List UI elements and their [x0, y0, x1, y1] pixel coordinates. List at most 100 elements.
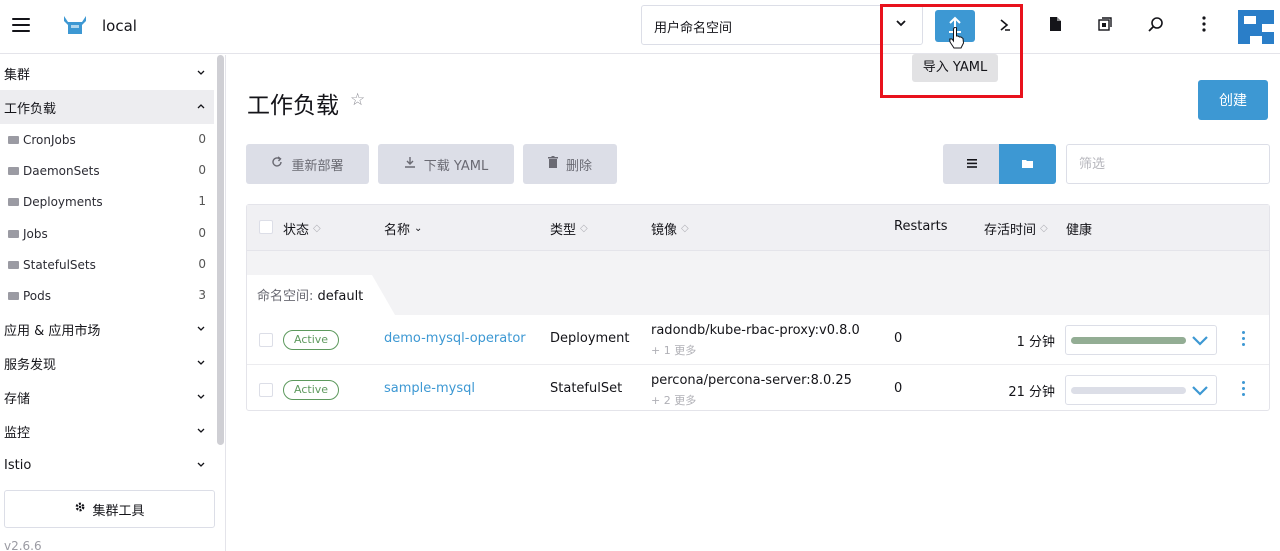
sidebar-group-cluster[interactable]: 集群 [0, 56, 214, 90]
folder-icon [8, 166, 19, 175]
table-row[interactable]: Active sample-mysql StatefulSet percona/… [247, 365, 1269, 415]
sort-icon: ◇ [1040, 223, 1048, 234]
group-by-namespace-toggle[interactable] [999, 144, 1056, 184]
sidebar-item-pods[interactable]: Pods 3 [0, 280, 214, 311]
folder-icon [8, 229, 19, 238]
filter-input[interactable] [1066, 144, 1270, 184]
sidebar-item-jobs[interactable]: Jobs 0 [0, 218, 214, 249]
chevron-up-icon [196, 101, 206, 116]
sidebar-item-statefulsets[interactable]: StatefulSets 0 [0, 249, 214, 280]
list-icon [966, 157, 977, 172]
menu-icon[interactable] [12, 18, 30, 32]
health-bar-fill [1071, 337, 1186, 344]
sidebar-group-label: 监控 [4, 425, 31, 441]
cluster-tools-button[interactable]: 集群工具 [4, 490, 215, 528]
rancher-logo-icon[interactable] [1236, 8, 1276, 46]
sidebar-group-storage[interactable]: 存储 [0, 380, 214, 414]
sidebar-item-count: 0 [198, 226, 206, 240]
redeploy-button[interactable]: 重新部署 [246, 144, 369, 184]
namespace-select-value: 用户命名空间 [654, 21, 733, 36]
column-header-state[interactable]: 状态 ◇ [283, 219, 321, 238]
cluster-name[interactable]: local [102, 17, 137, 35]
sidebar-item-count: 1 [198, 194, 206, 208]
column-header-age[interactable]: 存活时间 ◇ [984, 219, 1048, 238]
workload-name-link[interactable]: sample-mysql [384, 381, 475, 396]
download-yaml-button[interactable]: 下载 YAML [378, 144, 514, 184]
health-dropdown[interactable] [1065, 325, 1217, 355]
sidebar-item-label: Pods [23, 288, 52, 303]
column-header-name[interactable]: 名称 ⌄ [384, 219, 422, 238]
gear-icon [74, 501, 86, 517]
sidebar-group-workloads[interactable]: 工作负载 [0, 90, 214, 124]
sidebar-item-daemonsets[interactable]: DaemonSets 0 [0, 155, 214, 186]
chevron-down-icon [196, 323, 206, 338]
chevron-down-icon [196, 391, 206, 406]
sidebar-group-istio[interactable]: Istio [0, 448, 214, 482]
row-actions-icon[interactable] [1237, 381, 1249, 399]
workloads-table: 状态 ◇ 名称 ⌄ 类型 ◇ 镜像 ◇ Restarts 存活时间 ◇ 健康 命名空间: … [246, 204, 1270, 411]
page-title: 工作负载 [247, 93, 339, 119]
redeploy-label: 重新部署 [291, 158, 344, 174]
sidebar-group-label: 服务发现 [4, 357, 57, 373]
create-button[interactable]: 创建 [1198, 80, 1268, 120]
column-label: 镜像 [651, 223, 678, 238]
download-kubeconfig-button[interactable] [1035, 10, 1075, 42]
column-header-type[interactable]: 类型 ◇ [550, 219, 588, 238]
sidebar-item-count: 0 [198, 163, 206, 177]
file-icon [1049, 16, 1062, 36]
download-yaml-label: 下载 YAML [423, 158, 489, 174]
chevron-down-icon [1191, 332, 1209, 352]
sidebar-group-label: 应用 & 应用市场 [4, 323, 101, 339]
sort-icon: ◇ [681, 223, 689, 234]
column-label: 存活时间 [984, 223, 1037, 238]
row-checkbox[interactable] [259, 333, 273, 347]
workload-age: 1 分钟 [1016, 335, 1055, 350]
sidebar-group-service-discovery[interactable]: 服务发现 [0, 346, 214, 380]
annotation-highlight-box [880, 4, 1023, 98]
health-dropdown[interactable] [1065, 375, 1217, 405]
chevron-down-icon [196, 357, 206, 372]
column-label: 名称 [384, 223, 411, 238]
workload-restarts: 0 [894, 331, 903, 346]
sidebar-item-label: DaemonSets [23, 163, 100, 178]
sidebar-item-label: StatefulSets [23, 257, 96, 272]
delete-label: 删除 [565, 158, 592, 174]
sort-icon: ◇ [580, 223, 588, 234]
top-header: local 用户命名空间 [0, 0, 1280, 54]
sidebar-item-cronjobs[interactable]: CronJobs 0 [0, 124, 214, 155]
copy-icon [1097, 16, 1113, 36]
select-all-checkbox[interactable] [259, 220, 273, 234]
list-view-toggle[interactable] [943, 144, 1000, 184]
sidebar-item-label: Deployments [23, 194, 103, 209]
image-more-link[interactable]: + 2 更多 [651, 392, 696, 408]
star-icon[interactable]: ☆ [350, 90, 365, 110]
workload-image: radondb/kube-rbac-proxy:v0.8.0 [651, 323, 860, 338]
folder-icon [8, 291, 19, 300]
workload-name-link[interactable]: demo-mysql-operator [384, 331, 526, 346]
table-header: 状态 ◇ 名称 ⌄ 类型 ◇ 镜像 ◇ Restarts 存活时间 ◇ 健康 [247, 205, 1269, 251]
sort-desc-icon: ⌄ [414, 223, 423, 234]
copy-kubeconfig-button[interactable] [1085, 10, 1125, 42]
chevron-down-icon [196, 67, 206, 82]
sidebar-item-deployments[interactable]: Deployments 1 [0, 186, 214, 217]
status-badge: Active [283, 380, 340, 400]
sort-icon: ◇ [313, 223, 321, 234]
more-options-button[interactable] [1184, 10, 1224, 42]
sidebar-group-label: Istio [4, 457, 32, 473]
sidebar-group-apps[interactable]: 应用 & 应用市场 [0, 312, 214, 346]
delete-button[interactable]: 删除 [523, 144, 617, 184]
cluster-icon [62, 14, 88, 40]
sidebar: 集群 工作负载 CronJobs 0 DaemonSets 0 Deployme… [0, 55, 226, 551]
column-header-restarts[interactable]: Restarts [894, 219, 948, 234]
sidebar-scrollbar[interactable] [217, 55, 224, 445]
sidebar-group-monitoring[interactable]: 监控 [0, 414, 214, 448]
version-label: v2.6.6 [4, 539, 42, 551]
row-checkbox[interactable] [259, 383, 273, 397]
image-more-link[interactable]: + 1 更多 [651, 342, 696, 358]
table-row[interactable]: Active demo-mysql-operator Deployment ra… [247, 315, 1269, 365]
chevron-down-icon [196, 459, 206, 474]
column-header-health: 健康 [1066, 219, 1092, 238]
column-header-image[interactable]: 镜像 ◇ [651, 219, 689, 238]
search-button[interactable] [1136, 10, 1176, 42]
row-actions-icon[interactable] [1237, 331, 1249, 349]
